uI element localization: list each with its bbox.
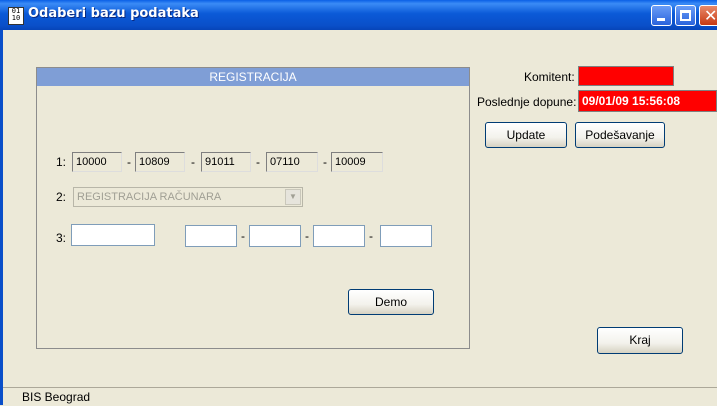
chevron-down-icon[interactable]: ▼ bbox=[285, 189, 301, 205]
separator-dash: - bbox=[369, 229, 373, 243]
last-update-value: 09/01/09 15:56:08 bbox=[578, 90, 717, 112]
update-button[interactable]: Update bbox=[485, 122, 567, 148]
title-bar[interactable]: 01 10 Odaberi bazu podataka ✕ bbox=[0, 0, 717, 30]
registration-panel: REGISTRACIJA 1: 10000 - 10809 - 91011 - … bbox=[36, 67, 470, 349]
reg-field-4[interactable]: 07110 bbox=[266, 152, 318, 172]
window-border bbox=[0, 30, 3, 405]
demo-button[interactable]: Demo bbox=[348, 289, 434, 315]
reg-field-5[interactable]: 10009 bbox=[331, 152, 383, 172]
exit-button[interactable]: Kraj bbox=[597, 327, 683, 354]
reg-key-input[interactable] bbox=[71, 224, 155, 246]
statusbar-left-edge bbox=[3, 387, 18, 406]
code-field-3[interactable] bbox=[313, 225, 365, 247]
code-field-1[interactable] bbox=[185, 225, 237, 247]
database-icon: 01 10 bbox=[8, 7, 24, 25]
registration-type-value: REGISTRACIJA RAČUNARA bbox=[77, 191, 222, 203]
separator-dash: - bbox=[191, 155, 195, 169]
separator-dash: - bbox=[127, 155, 131, 169]
close-icon: ✕ bbox=[704, 6, 717, 25]
registration-header: REGISTRACIJA bbox=[37, 68, 469, 86]
registration-type-select[interactable]: REGISTRACIJA RAČUNARA ▼ bbox=[73, 187, 303, 207]
separator-dash: - bbox=[305, 229, 309, 243]
separator-dash: - bbox=[241, 229, 245, 243]
maximize-icon bbox=[680, 10, 691, 21]
settings-button[interactable]: Podešavanje bbox=[575, 122, 665, 148]
komitent-field bbox=[578, 66, 674, 86]
last-update-label: Poslednje dopune: bbox=[477, 95, 577, 109]
window-title: Odaberi bazu podataka bbox=[28, 6, 199, 21]
reg-field-2[interactable]: 10809 bbox=[135, 152, 185, 172]
minimize-icon bbox=[657, 18, 665, 21]
reg-field-3[interactable]: 91011 bbox=[201, 152, 251, 172]
code-field-4[interactable] bbox=[380, 225, 432, 247]
status-bar: BIS Beograd bbox=[18, 387, 717, 405]
row2-label: 2: bbox=[56, 190, 67, 204]
maximize-button[interactable] bbox=[675, 5, 696, 26]
minimize-button[interactable] bbox=[651, 5, 672, 26]
separator-dash: - bbox=[323, 155, 327, 169]
reg-field-1[interactable]: 10000 bbox=[72, 152, 122, 172]
komitent-label: Komitent: bbox=[524, 70, 575, 84]
row1-label: 1: bbox=[56, 155, 67, 169]
code-field-2[interactable] bbox=[249, 225, 301, 247]
close-button[interactable]: ✕ bbox=[699, 5, 717, 26]
separator-dash: - bbox=[256, 155, 260, 169]
row3-label: 3: bbox=[56, 231, 67, 245]
